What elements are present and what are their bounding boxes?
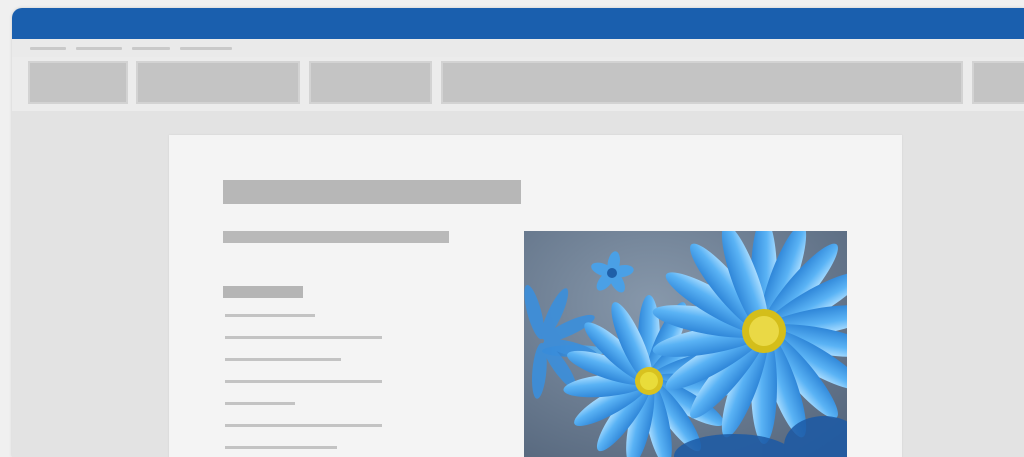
text-line	[225, 424, 382, 427]
document-page[interactable]	[169, 135, 902, 457]
text-line	[225, 336, 382, 339]
document-canvas	[12, 111, 1024, 457]
ribbon-group-editing[interactable]	[972, 61, 1024, 104]
menu-item-insert[interactable]	[132, 46, 170, 50]
text-line	[225, 402, 295, 405]
menu-bar	[12, 39, 1024, 57]
ribbon-group-paragraph[interactable]	[309, 61, 432, 104]
ribbon-group-font[interactable]	[136, 61, 300, 104]
flower-photo[interactable]	[524, 231, 847, 457]
heading-placeholder	[223, 286, 303, 298]
title-bar[interactable]	[12, 8, 1024, 39]
subtitle-placeholder	[223, 231, 449, 243]
menu-item-file[interactable]	[30, 46, 66, 50]
menu-item-layout[interactable]	[180, 46, 232, 50]
blue-daisy-icon	[524, 231, 847, 457]
text-line	[225, 314, 315, 317]
ribbon-group-styles[interactable]	[441, 61, 963, 104]
text-line	[225, 358, 341, 361]
text-line	[225, 380, 382, 383]
title-placeholder	[223, 180, 521, 204]
app-window	[12, 8, 1024, 457]
ribbon-group-clipboard[interactable]	[28, 61, 128, 104]
text-line	[225, 446, 337, 449]
ribbon-toolbar	[12, 57, 1024, 111]
menu-item-home[interactable]	[76, 46, 122, 50]
